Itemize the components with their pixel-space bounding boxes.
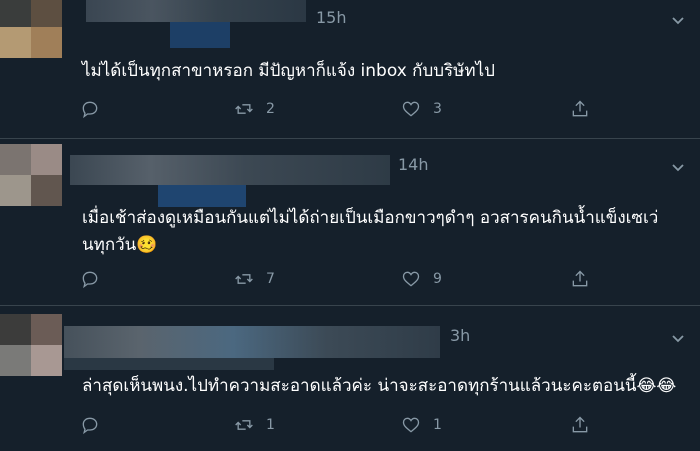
replies-feed: 15h ไม่ได้เป็นทุกสาขาหรอก มีปัญหาก็แจ้ง … <box>0 0 700 451</box>
reply-icon <box>82 271 98 289</box>
tweet-text: ไม่ได้เป็นทุกสาขาหรอก มีปัญหาก็แจ้ง inbo… <box>82 61 495 81</box>
tweet-actions: 7 9 <box>80 268 600 292</box>
reply-button[interactable] <box>80 268 112 290</box>
like-button[interactable]: 1 <box>401 414 442 436</box>
like-count: 3 <box>433 101 442 117</box>
blurred-handle[interactable] <box>170 22 230 48</box>
tweet-timestamp[interactable]: 14h <box>398 155 429 174</box>
retweet-icon <box>235 420 253 430</box>
retweet-count: 2 <box>266 101 275 117</box>
retweet-icon <box>235 104 253 114</box>
tweet-actions: 1 1 <box>80 414 600 438</box>
tweet-text: เมื่อเช้าส่องดูเหมือนกันแต่ไม่ได้ถ่ายเป็… <box>82 208 659 255</box>
share-button[interactable] <box>570 268 590 290</box>
retweet-icon <box>235 274 253 284</box>
share-icon <box>572 416 588 433</box>
tweet-timestamp[interactable]: 3h <box>450 326 470 345</box>
blurred-handle[interactable] <box>64 358 274 370</box>
blurred-handle[interactable] <box>158 185 246 207</box>
more-caret-icon[interactable] <box>670 330 686 346</box>
blurred-display-name[interactable] <box>70 155 390 185</box>
blurred-display-name[interactable] <box>86 0 306 22</box>
retweet-button[interactable]: 2 <box>234 98 275 120</box>
retweet-button[interactable]: 1 <box>234 414 275 436</box>
avatar[interactable] <box>0 0 62 58</box>
share-button[interactable] <box>570 414 590 436</box>
retweet-count: 7 <box>266 271 275 287</box>
tweet-timestamp[interactable]: 15h <box>316 8 347 27</box>
avatar[interactable] <box>0 314 62 376</box>
share-icon <box>572 100 588 117</box>
share-button[interactable] <box>570 98 590 120</box>
like-button[interactable]: 3 <box>401 98 442 120</box>
reply-icon <box>82 101 98 119</box>
more-caret-icon[interactable] <box>670 12 686 28</box>
like-icon <box>402 417 420 433</box>
like-button[interactable]: 9 <box>401 268 442 290</box>
retweet-count: 1 <box>266 417 275 433</box>
tweet-3[interactable]: 3h ล่าสุดเห็นพนง.ไปทำความสะอาดแล้วค่ะ น่… <box>0 306 700 451</box>
avatar[interactable] <box>0 144 62 206</box>
tweet-2[interactable]: 14h เมื่อเช้าส่องดูเหมือนกันแต่ไม่ได้ถ่า… <box>0 139 700 297</box>
like-icon <box>402 101 420 117</box>
retweet-button[interactable]: 7 <box>234 268 275 290</box>
like-icon <box>402 271 420 287</box>
more-caret-icon[interactable] <box>670 159 686 175</box>
tweet-text: ล่าสุดเห็นพนง.ไปทำความสะอาดแล้วค่ะ น่าจะ… <box>82 376 677 396</box>
reply-icon <box>82 417 98 435</box>
tweet-actions: 2 3 <box>80 98 600 122</box>
tweet-1[interactable]: 15h ไม่ได้เป็นทุกสาขาหรอก มีปัญหาก็แจ้ง … <box>0 0 700 135</box>
share-icon <box>572 270 588 287</box>
like-count: 9 <box>433 271 442 287</box>
reply-button[interactable] <box>80 98 112 120</box>
reply-button[interactable] <box>80 414 112 436</box>
blurred-display-name[interactable] <box>64 326 440 358</box>
like-count: 1 <box>433 417 442 433</box>
